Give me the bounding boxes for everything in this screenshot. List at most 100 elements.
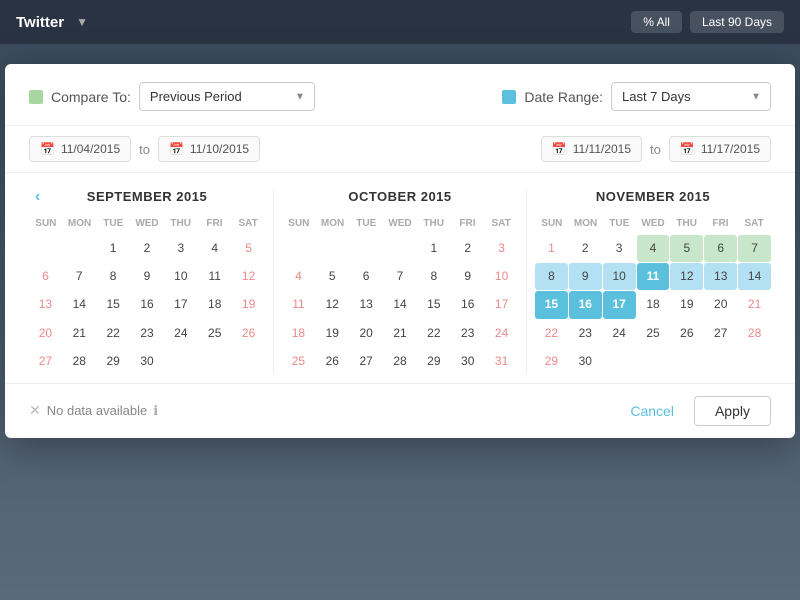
calendar-date[interactable]: 9 [451, 263, 484, 290]
calendar-date[interactable]: 19 [670, 291, 703, 318]
calendar-date[interactable]: 11 [637, 263, 670, 290]
calendar-date[interactable]: 27 [350, 348, 383, 375]
calendar-date[interactable]: 28 [738, 320, 771, 347]
calendar-date[interactable]: 22 [97, 320, 130, 347]
calendar-date[interactable]: 5 [232, 235, 265, 262]
calendar-date[interactable]: 27 [704, 320, 737, 347]
calendar-date[interactable]: 25 [282, 348, 315, 375]
calendar-date[interactable]: 5 [670, 235, 703, 262]
calendar-date[interactable]: 13 [350, 291, 383, 318]
prev-month-arrow[interactable]: ‹ [29, 186, 46, 208]
apply-button[interactable]: Apply [694, 396, 771, 426]
last90days-button[interactable]: Last 90 Days [690, 11, 784, 33]
calendar-date[interactable]: 24 [164, 320, 197, 347]
calendar-date[interactable]: 10 [603, 263, 636, 290]
calendar-date[interactable]: 16 [451, 291, 484, 318]
calendar-date[interactable]: 18 [637, 291, 670, 318]
calendar-date[interactable]: 3 [485, 235, 518, 262]
calendar-date[interactable]: 1 [535, 235, 568, 262]
compare-to-select[interactable]: Previous Period Same Period Last Year [139, 82, 315, 111]
calendar-date[interactable]: 17 [603, 291, 636, 318]
compare-to-date[interactable]: 📅 11/10/2015 [158, 136, 260, 162]
calendar-date[interactable]: 15 [535, 291, 568, 318]
calendar-date[interactable]: 25 [637, 320, 670, 347]
main-to-date[interactable]: 📅 11/17/2015 [669, 136, 771, 162]
calendar-date[interactable]: 17 [164, 291, 197, 318]
calendar-date[interactable]: 15 [417, 291, 450, 318]
calendar-date[interactable]: 14 [738, 263, 771, 290]
calendar-date[interactable]: 24 [485, 320, 518, 347]
calendar-date[interactable]: 30 [131, 348, 164, 375]
calendar-date[interactable]: 29 [97, 348, 130, 375]
calendar-date[interactable]: 7 [384, 263, 417, 290]
calendar-date[interactable]: 26 [316, 348, 349, 375]
calendar-date[interactable]: 11 [282, 291, 315, 318]
calendar-date[interactable]: 31 [485, 348, 518, 375]
calendar-date[interactable]: 14 [63, 291, 96, 318]
calendar-date[interactable]: 20 [350, 320, 383, 347]
calendar-date[interactable]: 12 [670, 263, 703, 290]
calendar-date[interactable]: 6 [29, 263, 62, 290]
calendar-date[interactable]: 24 [603, 320, 636, 347]
calendar-date[interactable]: 11 [198, 263, 231, 290]
calendar-date[interactable]: 26 [670, 320, 703, 347]
calendar-date[interactable]: 21 [63, 320, 96, 347]
calendar-date[interactable]: 20 [704, 291, 737, 318]
calendar-date[interactable]: 30 [451, 348, 484, 375]
calendar-date[interactable]: 12 [232, 263, 265, 290]
calendar-date[interactable]: 29 [535, 348, 568, 375]
date-range-select[interactable]: Last 7 Days Last 14 Days Last 30 Days Cu… [611, 82, 771, 111]
calendar-date[interactable]: 19 [232, 291, 265, 318]
calendar-date[interactable]: 12 [316, 291, 349, 318]
calendar-date[interactable]: 8 [417, 263, 450, 290]
calendar-date[interactable]: 23 [131, 320, 164, 347]
calendar-date[interactable]: 2 [131, 235, 164, 262]
calendar-date[interactable]: 4 [637, 235, 670, 262]
calendar-date[interactable]: 23 [569, 320, 602, 347]
calendar-date[interactable]: 27 [29, 348, 62, 375]
calendar-date[interactable]: 9 [131, 263, 164, 290]
calendar-date[interactable]: 23 [451, 320, 484, 347]
calendar-date[interactable]: 8 [535, 263, 568, 290]
calendar-date[interactable]: 4 [198, 235, 231, 262]
calendar-date[interactable]: 22 [417, 320, 450, 347]
calendar-date[interactable]: 6 [350, 263, 383, 290]
calendar-date[interactable]: 3 [603, 235, 636, 262]
calendar-date[interactable]: 16 [569, 291, 602, 318]
calendar-date[interactable]: 3 [164, 235, 197, 262]
calendar-date[interactable]: 21 [384, 320, 417, 347]
calendar-date[interactable]: 26 [232, 320, 265, 347]
calendar-date[interactable]: 5 [316, 263, 349, 290]
calendar-date[interactable]: 19 [316, 320, 349, 347]
calendar-date[interactable]: 17 [485, 291, 518, 318]
calendar-date[interactable]: 8 [97, 263, 130, 290]
calendar-date[interactable]: 18 [282, 320, 315, 347]
calendar-date[interactable]: 28 [384, 348, 417, 375]
calendar-date[interactable]: 2 [451, 235, 484, 262]
calendar-date[interactable]: 6 [704, 235, 737, 262]
calendar-date[interactable]: 4 [282, 263, 315, 290]
compare-from-date[interactable]: 📅 11/04/2015 [29, 136, 131, 162]
calendar-date[interactable]: 30 [569, 348, 602, 375]
cancel-button[interactable]: Cancel [618, 396, 686, 426]
calendar-date[interactable]: 21 [738, 291, 771, 318]
calendar-date[interactable]: 10 [164, 263, 197, 290]
main-from-date[interactable]: 📅 11/11/2015 [541, 136, 642, 162]
calendar-date[interactable]: 7 [63, 263, 96, 290]
calendar-date[interactable]: 9 [569, 263, 602, 290]
calendar-date[interactable]: 1 [417, 235, 450, 262]
calendar-date[interactable]: 10 [485, 263, 518, 290]
calendar-date[interactable]: 18 [198, 291, 231, 318]
calendar-date[interactable]: 1 [97, 235, 130, 262]
calendar-date[interactable]: 22 [535, 320, 568, 347]
calendar-date[interactable]: 15 [97, 291, 130, 318]
calendar-date[interactable]: 20 [29, 320, 62, 347]
calendar-date[interactable]: 2 [569, 235, 602, 262]
calendar-date[interactable]: 13 [704, 263, 737, 290]
calendar-date[interactable]: 13 [29, 291, 62, 318]
calendar-date[interactable]: 7 [738, 235, 771, 262]
calendar-date[interactable]: 16 [131, 291, 164, 318]
all-filter-button[interactable]: % All [631, 11, 682, 33]
calendar-date[interactable]: 14 [384, 291, 417, 318]
calendar-date[interactable]: 29 [417, 348, 450, 375]
